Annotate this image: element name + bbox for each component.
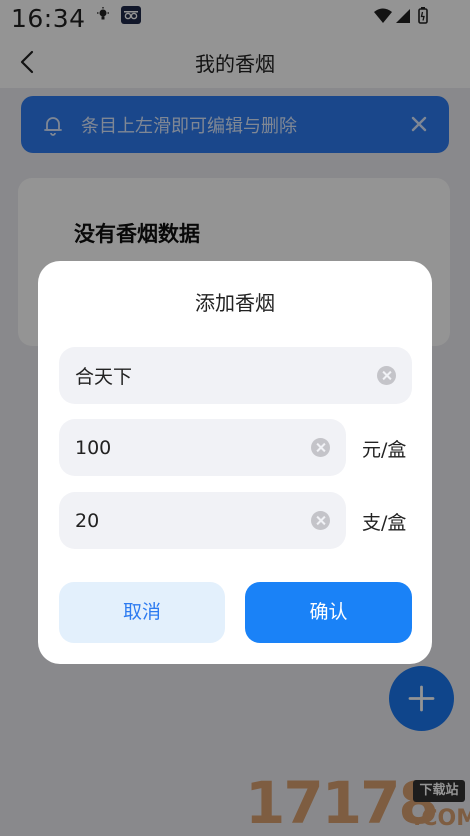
count-input[interactable] — [75, 492, 302, 549]
cancel-button[interactable]: 取消 — [59, 582, 225, 643]
clear-icon[interactable] — [311, 511, 330, 530]
clear-icon[interactable] — [377, 366, 396, 385]
price-field[interactable] — [59, 419, 346, 476]
count-unit-label: 支/盒 — [362, 512, 407, 534]
count-field[interactable] — [59, 492, 346, 549]
name-input[interactable] — [75, 347, 368, 404]
dialog-title: 添加香烟 — [195, 291, 275, 315]
add-cigarette-dialog: 添加香烟 元/盒 支/盒 取消 确认 — [38, 261, 432, 664]
price-input[interactable] — [75, 419, 302, 476]
name-field[interactable] — [59, 347, 412, 404]
confirm-button[interactable]: 确认 — [245, 582, 412, 643]
price-unit-label: 元/盒 — [362, 439, 407, 461]
clear-icon[interactable] — [311, 438, 330, 457]
